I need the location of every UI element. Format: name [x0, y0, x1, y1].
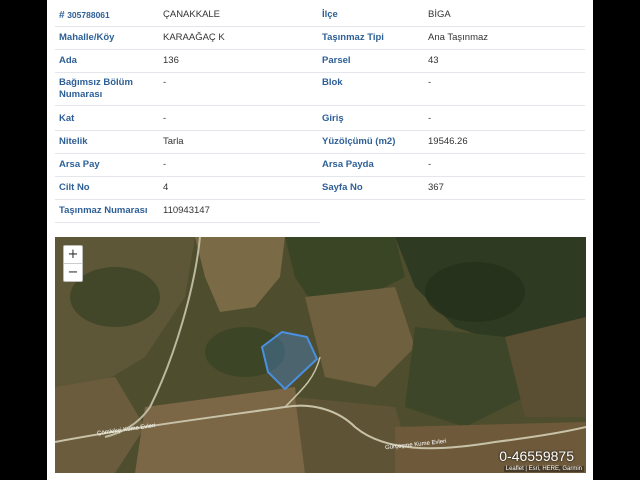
- field-value: -: [163, 113, 167, 124]
- field-label: Cilt No: [59, 182, 90, 193]
- field-label: Blok: [322, 77, 343, 88]
- field-label: Sayfa No: [322, 182, 363, 193]
- info-row: Arsa Pay -: [55, 154, 320, 177]
- zoom-control: + −: [63, 245, 83, 282]
- info-row: Parsel 43: [320, 50, 585, 73]
- field-label: Bağımsız Bölüm Numarası: [59, 77, 133, 100]
- info-row: Kat -: [55, 108, 320, 131]
- zoom-out-button[interactable]: −: [64, 263, 82, 281]
- info-row: Nitelik Tarla: [55, 131, 320, 154]
- info-row: Mahalle/Köy KARAAĞAÇ K: [55, 27, 320, 50]
- field-value: 136: [163, 55, 179, 66]
- info-row: Bağımsız Bölüm Numarası -: [55, 73, 320, 106]
- info-row-header-right: İlçe BİGA: [320, 4, 585, 27]
- parcel-boundary: [260, 330, 319, 391]
- info-row: Taşınmaz Tipi Ana Taşınmaz: [320, 27, 585, 50]
- info-row: Yüzölçümü (m2) 19546.26: [320, 131, 585, 154]
- field-value: -: [163, 159, 167, 170]
- field-label: Taşınmaz Numarası: [59, 205, 148, 216]
- field-value: Tarla: [163, 136, 184, 147]
- field-label: Giriş: [322, 113, 344, 124]
- field-label: Parsel: [322, 55, 351, 66]
- field-label: Mahalle/Köy: [59, 32, 115, 43]
- field-label: Arsa Pay: [59, 159, 100, 170]
- field-label: İlçe: [322, 9, 338, 20]
- field-value: 43: [428, 55, 439, 66]
- field-value: -: [428, 77, 432, 88]
- il-value: ÇANAKKALE: [163, 9, 221, 20]
- field-label: Kat: [59, 113, 75, 124]
- parcel-map[interactable]: Çömlekçi Kume Evleri Gürçeşme Kume Evler…: [55, 237, 586, 473]
- field-value: -: [163, 77, 167, 88]
- map-attribution[interactable]: Leaflet | Esri, HERE, Garmin: [503, 466, 584, 472]
- field-value: BİGA: [428, 9, 451, 20]
- field-value: 110943147: [163, 205, 210, 216]
- listing-number: 0-46559875: [499, 448, 574, 464]
- info-row: Cilt No 4: [55, 177, 320, 200]
- hash-icon: #: [59, 10, 65, 21]
- zoom-in-button[interactable]: +: [64, 246, 82, 263]
- field-value: 4: [163, 182, 169, 193]
- field-value: KARAAĞAÇ K: [163, 32, 225, 43]
- info-row: Giriş -: [320, 108, 585, 131]
- field-label: Yüzölçümü (m2): [322, 136, 396, 147]
- field-label: Taşınmaz Tipi: [322, 32, 384, 43]
- field-value: 367: [428, 182, 444, 193]
- field-label: Arsa Payda: [322, 159, 374, 170]
- id-row: # 305788061: [59, 9, 110, 22]
- info-row-header: # 305788061 ÇANAKKALE: [55, 4, 320, 27]
- field-label: Ada: [59, 55, 77, 66]
- info-row: Blok -: [320, 73, 585, 106]
- field-value: -: [428, 113, 432, 124]
- info-row: Taşınmaz Numarası 110943147: [55, 200, 320, 223]
- field-value: Ana Taşınmaz: [428, 32, 489, 43]
- field-label: Nitelik: [59, 136, 88, 147]
- record-id: 305788061: [67, 10, 110, 20]
- info-row: Ada 136: [55, 50, 320, 73]
- field-value: -: [428, 159, 432, 170]
- field-value: 19546.26: [428, 136, 468, 147]
- info-row: Arsa Payda -: [320, 154, 585, 177]
- info-row: Sayfa No 367: [320, 177, 585, 200]
